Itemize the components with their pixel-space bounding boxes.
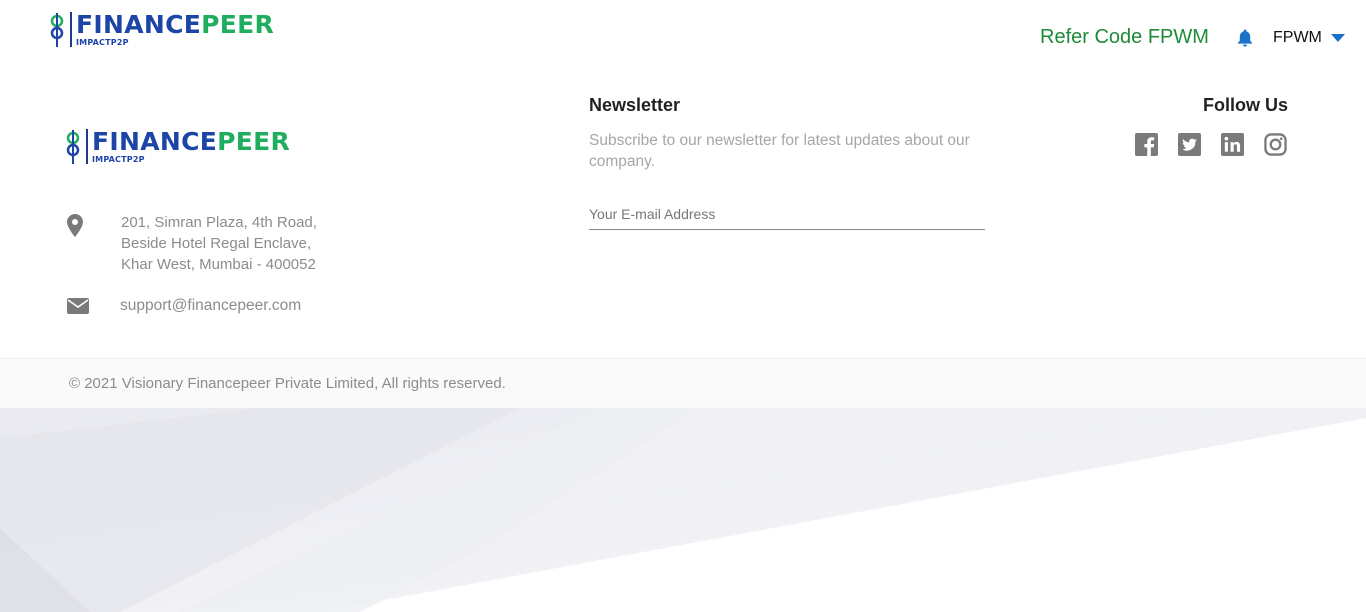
refer-code: Refer Code FPWM — [1040, 26, 1209, 48]
bell-icon[interactable] — [1236, 28, 1254, 48]
address-line-2: Beside Hotel Regal Enclave, — [121, 235, 312, 252]
footer-logo-tagline: IMPACTP2P — [92, 155, 145, 164]
newsletter-section: Newsletter Subscribe to our newsletter f… — [589, 95, 989, 230]
logo-mark-icon — [50, 13, 64, 47]
decorative-background — [0, 408, 1366, 612]
user-name: FPWM — [1273, 29, 1322, 46]
address-line-1: 201, Simran Plaza, 4th Road, — [121, 214, 317, 231]
address-row: 201, Simran Plaza, 4th Road, Beside Hote… — [66, 212, 317, 275]
caret-down-icon — [1330, 34, 1345, 42]
social-links — [1135, 133, 1287, 156]
instagram-icon[interactable] — [1264, 133, 1287, 156]
twitter-icon[interactable] — [1178, 133, 1201, 156]
top-header: FINANCEPEER IMPACTP2P Refer Code FPWM FP… — [0, 0, 1366, 75]
address-line-3: Khar West, Mumbai - 400052 — [121, 256, 316, 273]
facebook-icon[interactable] — [1135, 133, 1158, 156]
footer-logo-name: FINANCEPEER — [92, 129, 290, 155]
logo-name-part1: FINANCE — [76, 10, 202, 39]
logo-name: FINANCEPEER — [76, 12, 274, 38]
follow-us-title: Follow Us — [1203, 95, 1288, 115]
linkedin-icon[interactable] — [1221, 133, 1244, 156]
logo-mark-icon — [66, 130, 80, 164]
logo-name-part2: PEER — [201, 10, 275, 39]
map-pin-icon — [67, 214, 83, 237]
office-address: 201, Simran Plaza, 4th Road, Beside Hote… — [66, 212, 317, 275]
brand-logo[interactable]: FINANCEPEER IMPACTP2P — [50, 12, 274, 48]
copyright-bar: © 2021 Visionary Financepeer Private Lim… — [0, 358, 1366, 408]
footer-logo-wordmark: FINANCEPEER IMPACTP2P — [86, 129, 290, 164]
address-text: 201, Simran Plaza, 4th Road, Beside Hote… — [121, 212, 317, 275]
footer-logo-name-part2: PEER — [217, 127, 291, 156]
support-email-link[interactable]: support@financepeer.com — [120, 297, 301, 315]
footer-logo-name-part1: FINANCE — [92, 127, 218, 156]
user-menu[interactable]: FPWM — [1273, 29, 1345, 47]
newsletter-description: Subscribe to our newsletter for latest u… — [589, 132, 970, 170]
logo-wordmark: FINANCEPEER IMPACTP2P — [70, 12, 274, 47]
newsletter-email-input[interactable] — [589, 198, 985, 230]
support-email[interactable]: support@financepeer.com — [67, 297, 301, 315]
newsletter-title: Newsletter — [589, 95, 681, 115]
footer-brand-logo[interactable]: FINANCEPEER IMPACTP2P — [66, 129, 290, 165]
envelope-icon — [67, 298, 89, 314]
follow-us-section: Follow Us — [1203, 95, 1288, 116]
logo-tagline: IMPACTP2P — [76, 38, 129, 47]
copyright-text: © 2021 Visionary Financepeer Private Lim… — [69, 375, 506, 392]
